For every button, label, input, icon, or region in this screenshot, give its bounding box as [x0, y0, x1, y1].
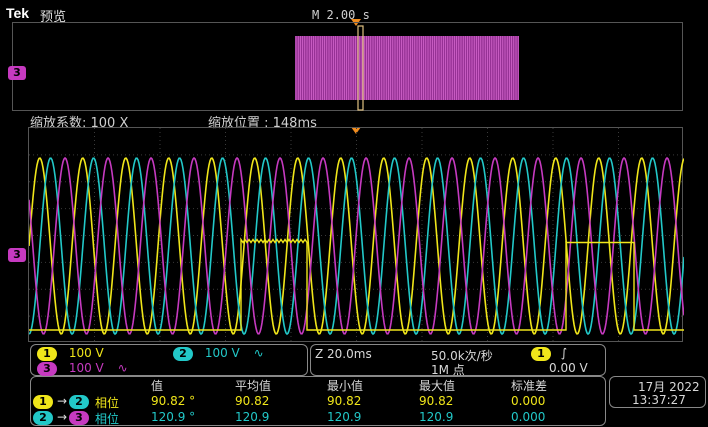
timebase-readout[interactable]: M 2.00 s	[312, 8, 370, 22]
overview-waveform	[295, 25, 519, 111]
meas-header-value: 值	[151, 379, 164, 393]
brand-logo: Tek	[6, 5, 30, 21]
zoom-labels: 缩放系数: 100 X 缩放位置 : 148ms	[0, 112, 708, 131]
main-waveform-plot	[29, 128, 684, 343]
clock-time: 13:37:27	[632, 393, 686, 407]
top-bar: Tek 预览 M 2.00 s	[0, 0, 708, 26]
measurement-panel: 值 平均值 最小值 最大值 标准差 1 → 2 相位 90.82 ° 90.82…	[30, 376, 606, 426]
ch2-readout[interactable]: 2 100 V ∿	[173, 346, 264, 361]
channel-panel: 1 100 V 2 100 V ∿ 3 100 V ∿	[30, 344, 308, 376]
main-ch3-marker: 3	[8, 243, 26, 262]
ch3-coupling-icon: ∿	[117, 361, 128, 375]
arrow-icon: →	[57, 410, 68, 424]
meas-header-min: 最小值	[327, 379, 364, 393]
measurement-row[interactable]: 2 → 3 相位 120.9 ° 120.9 120.9 120.9 0.000	[33, 410, 603, 426]
clock-panel: 17月 2022 13:37:27	[609, 376, 706, 408]
main-waveform-window[interactable]	[28, 127, 684, 343]
measurement-row[interactable]: 1 → 2 相位 90.82 ° 90.82 90.82 90.82 0.000	[33, 394, 603, 410]
horizontal-trigger-panel: Z 20.0ms 50.0k次/秒 1M 点 1 ∫ 0.00 V	[310, 344, 606, 377]
trigger-source[interactable]: 1 ∫	[531, 346, 567, 361]
meas-header-max: 最大值	[419, 379, 456, 393]
ch2-coupling-icon: ∿	[253, 346, 264, 360]
ch1-readout[interactable]: 1 100 V	[37, 346, 104, 361]
arrow-icon: →	[57, 394, 68, 408]
meas-header-mean: 平均值	[235, 379, 272, 393]
meas-header-std: 标准差	[511, 379, 548, 393]
trigger-slope-icon: ∫	[560, 346, 568, 360]
zoom-timescale[interactable]: Z 20.0ms	[315, 347, 372, 361]
overview-waveform-window[interactable]	[12, 22, 683, 111]
ch3-readout[interactable]: 3 100 V ∿	[37, 361, 128, 376]
overview-ch3-marker: 3	[8, 61, 26, 80]
trigger-level[interactable]: 0.00 V	[549, 361, 588, 375]
